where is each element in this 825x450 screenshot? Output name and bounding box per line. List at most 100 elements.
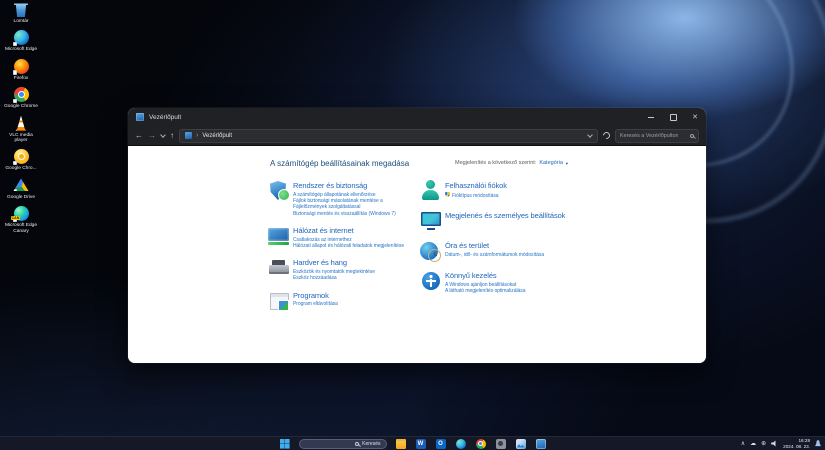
desktop-icon-recycle-bin[interactable]: Lomtár	[2, 2, 40, 24]
desktop-icon-label: VLC media player	[9, 132, 33, 144]
category-text-ease-of-access: Könnyű kezelés A Windows ajánljon beállít…	[445, 270, 525, 294]
photos-icon	[515, 438, 526, 449]
clock-date: 2024. 08. 23.	[783, 443, 810, 449]
desktop-icon-label: Google Chro...	[5, 166, 37, 172]
breadcrumb[interactable]: Vezérlőpult	[202, 133, 232, 139]
view-by-dropdown[interactable]: Kategória ▼	[539, 160, 569, 166]
maximize-button[interactable]	[662, 108, 684, 126]
category-title-link[interactable]: Programok	[293, 291, 338, 300]
minimize-button[interactable]	[640, 108, 662, 126]
recycle-bin-icon	[14, 3, 28, 17]
notifications-bell-icon[interactable]	[815, 440, 821, 447]
control-panel-icon	[136, 113, 144, 121]
start-button[interactable]	[279, 438, 291, 450]
desktop-icon-label: Google Drive	[7, 194, 35, 200]
category-task-link[interactable]: A Windows ajánljon beállításokat	[445, 282, 525, 288]
security-icon[interactable]	[268, 180, 290, 202]
forward-button[interactable]: →	[148, 131, 156, 140]
search-icon	[355, 441, 360, 446]
search-input[interactable]: Keresés a Vezérlőpulton	[615, 128, 699, 143]
category-task-link[interactable]: Dátum-, idő- és számformátumok módosítás…	[445, 252, 544, 258]
window-titlebar[interactable]: Vezérlőpult ✕	[128, 108, 706, 126]
desktop: Lomtár Microsoft Edge Firefox Google Chrome…	[0, 0, 825, 450]
desktop-icon-google-chrome[interactable]: Google Chrome	[2, 87, 40, 109]
category-task-link[interactable]: Hálózati állapot és hálózati feladatok m…	[293, 243, 404, 249]
close-button[interactable]: ✕	[684, 108, 706, 126]
view-by-label: Megjelenítés a következő szerint:	[455, 160, 537, 166]
category-text-programs: Programok Program eltávolítása	[293, 290, 338, 312]
edge-canary-icon: CAN	[10, 206, 29, 223]
network-globe-icon[interactable]: ⊕	[761, 441, 766, 447]
taskbar-clock[interactable]: 16:28 2024. 08. 23.	[783, 438, 810, 448]
desktop-icon-google-drive[interactable]: Google Drive	[2, 178, 40, 200]
category-task-link[interactable]: Eszköz hozzáadása	[293, 275, 375, 281]
taskbar-app-word[interactable]: W	[415, 438, 427, 450]
search-placeholder: Keresés a Vezérlőpulton	[620, 132, 679, 139]
category-text-user-accounts: Felhasználói fiókok Fióktípus módosítása	[445, 180, 507, 202]
taskbar-app-outlook[interactable]: O	[435, 438, 447, 450]
category-user-accounts: Felhasználói fiókok Fióktípus módosítása	[420, 180, 590, 202]
breadcrumb-separator: ›	[196, 132, 199, 139]
category-hardware-sound: Hardver és hang Eszközök és nyomtatók meg…	[268, 257, 420, 281]
control-panel-icon	[185, 132, 192, 139]
recent-locations-chevron-icon[interactable]	[160, 131, 166, 138]
category-title-link[interactable]: Hálózat és internet	[293, 226, 404, 235]
taskbar-app-photos[interactable]	[515, 438, 527, 450]
dropdown-arrow-icon: ▼	[564, 160, 569, 166]
access-icon[interactable]	[420, 270, 442, 292]
desktop-icon-label: Microsoft Edge	[5, 47, 37, 53]
desktop-icon-vlc[interactable]: VLC media player	[2, 115, 40, 144]
category-task-link[interactable]: Program eltávolítása	[293, 301, 338, 307]
category-text-appearance-personalization: Megjelenés és személyes beállítások	[445, 210, 565, 232]
taskbar-app-control-panel[interactable]	[535, 438, 547, 450]
category-column-right: Felhasználói fiókok Fióktípus módosítása M…	[420, 180, 590, 320]
desktop-icon-edge-canary[interactable]: CAN Microsoft Edge Canary	[2, 206, 40, 234]
taskbar-app-chrome[interactable]	[475, 438, 487, 450]
control-panel-window: Vezérlőpult ✕ ← → ↑ › Vezérlőpult Keresé…	[128, 108, 706, 363]
window-title: Vezérlőpult	[149, 113, 182, 121]
taskbar-search-label: Keresés	[362, 440, 381, 447]
onedrive-icon[interactable]: ☁	[750, 441, 756, 447]
control-panel-icon	[535, 438, 546, 449]
hardware-icon[interactable]	[268, 257, 290, 279]
back-button[interactable]: ←	[135, 131, 143, 140]
address-dropdown-chevron-icon[interactable]	[587, 131, 593, 138]
category-system-security: Rendszer és biztonság A számítógép állapo…	[268, 180, 420, 217]
category-task-link[interactable]: A látható megjelenítés optimalizálása	[445, 288, 525, 294]
volume-icon[interactable]	[771, 440, 776, 447]
category-task-link[interactable]: Fióktípus módosítása	[445, 191, 507, 199]
category-title-link[interactable]: Könnyű kezelés	[445, 271, 525, 280]
taskbar-app-edge[interactable]	[455, 438, 467, 450]
category-title-link[interactable]: Felhasználói fiókok	[445, 181, 507, 190]
uac-shield-icon	[445, 191, 450, 198]
chrome-icon	[475, 438, 486, 449]
taskbar-app-explorer[interactable]	[395, 438, 407, 450]
taskbar-app-camera[interactable]	[495, 438, 507, 450]
category-network-internet: Hálózat és internet Csatlakozás az intern…	[268, 225, 420, 249]
chrome-canary-icon	[12, 149, 29, 166]
category-title-link[interactable]: Óra és terület	[445, 241, 544, 250]
category-programs: Programok Program eltávolítása	[268, 290, 420, 312]
programs-icon[interactable]	[268, 290, 290, 312]
network-icon[interactable]	[268, 225, 290, 247]
category-task-link[interactable]: Biztonsági mentés és visszaállítás (Wind…	[293, 211, 417, 217]
desktop-icon-microsoft-edge[interactable]: Microsoft Edge	[2, 30, 40, 52]
chevron-up-icon[interactable]: ∧	[741, 441, 745, 447]
desktop-icon-firefox[interactable]: Firefox	[2, 58, 40, 81]
taskbar-search-input[interactable]: Keresés	[298, 438, 387, 449]
category-ease-of-access: Könnyű kezelés A Windows ajánljon beállít…	[420, 270, 590, 294]
desktop-icon-chrome-canary[interactable]: Google Chro...	[2, 149, 40, 171]
category-clock-region: Óra és terület Dátum-, idő- és számformát…	[420, 240, 590, 262]
category-title-link[interactable]: Hardver és hang	[293, 258, 375, 267]
clock-icon[interactable]	[420, 240, 442, 262]
address-bar[interactable]: › Vezérlőpult	[179, 128, 598, 143]
refresh-icon[interactable]	[601, 130, 612, 141]
up-button[interactable]: ↑	[170, 131, 174, 140]
users-icon[interactable]	[420, 180, 442, 202]
page-title: A számítógép beállításainak megadása	[270, 159, 410, 168]
category-title-link[interactable]: Rendszer és biztonság	[293, 181, 417, 190]
category-title-link[interactable]: Megjelenés és személyes beállítások	[445, 211, 565, 220]
search-icon	[690, 133, 694, 138]
appearance-icon[interactable]	[420, 210, 442, 232]
category-task-link[interactable]: Fájlok biztonsági másolatának mentése a …	[293, 198, 417, 211]
